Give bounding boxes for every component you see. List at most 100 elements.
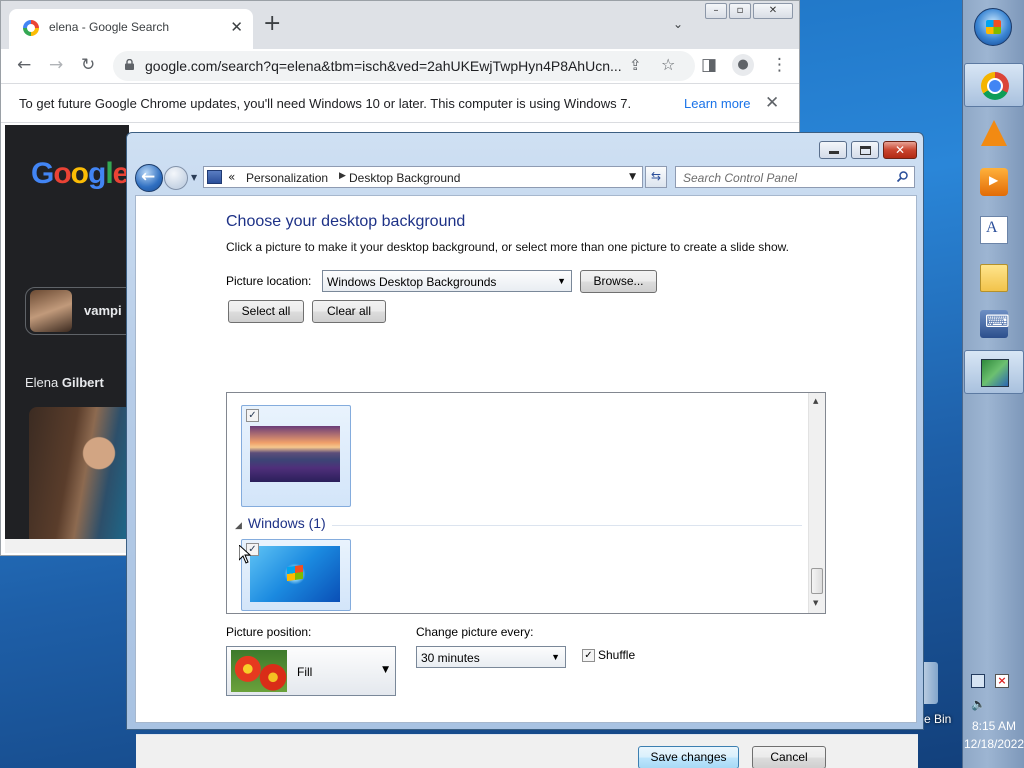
search-placeholder: Search Control Panel: [683, 171, 798, 185]
chrome-menu-icon[interactable]: ⋮: [771, 53, 788, 77]
select-all-button[interactable]: Select all: [228, 300, 304, 323]
clock-date[interactable]: 12/18/2022: [963, 737, 1024, 751]
chrome-restore-button[interactable]: ▫: [729, 3, 751, 19]
browse-button[interactable]: Browse...: [580, 270, 657, 293]
group-header-label: Windows (1): [247, 515, 326, 531]
taskbar-explorer-button[interactable]: [964, 256, 1024, 300]
picture-position-value: Fill: [297, 665, 313, 679]
clear-all-button[interactable]: Clear all: [312, 300, 386, 323]
tab-search-chevron-icon[interactable]: ⌄: [673, 17, 683, 31]
address-dropdown-icon[interactable]: ▼: [629, 172, 636, 182]
taskbar-wordpad-button[interactable]: [964, 208, 1024, 252]
taskbar-vlc-button[interactable]: [964, 112, 1024, 156]
minimize-icon: [829, 151, 839, 154]
breadcrumb-overflow[interactable]: «: [228, 170, 235, 184]
taskbar-personalization-button[interactable]: [964, 350, 1024, 394]
cancel-button[interactable]: Cancel: [752, 746, 826, 768]
url-text: google.com/search?q=elena&tbm=isch&ved=2…: [145, 58, 622, 74]
volume-icon[interactable]: 🔈: [971, 697, 986, 711]
network-icon[interactable]: [971, 674, 985, 688]
scroll-up-arrow-icon[interactable]: ▲: [813, 397, 818, 405]
scroll-down-arrow-icon[interactable]: ▼: [813, 599, 818, 607]
group-header[interactable]: ◢ Windows (1): [235, 515, 326, 531]
taskbar-chrome-button[interactable]: [964, 63, 1024, 107]
change-interval-select[interactable]: 30 minutes ▼: [416, 646, 566, 668]
related-search-chip[interactable]: vampi: [25, 287, 135, 335]
chrome-icon: [981, 72, 1009, 100]
page-title: Choose your desktop background: [226, 213, 466, 230]
forward-button[interactable]: [164, 166, 188, 190]
search-input[interactable]: Search Control Panel: [675, 166, 915, 188]
chrome-tab[interactable]: elena - Google Search ✕: [9, 9, 253, 49]
recycle-bin-label[interactable]: e Bin: [924, 712, 951, 726]
google-logo[interactable]: Google: [31, 157, 129, 191]
wallpaper-gallery[interactable]: ✓ ◢ Windows (1) ✓ ▲ ▼: [226, 392, 826, 614]
wallpaper-thumbnail-windows[interactable]: ✓: [241, 539, 351, 611]
flowers-preview-image: [231, 650, 287, 692]
close-button[interactable]: ✕: [883, 141, 917, 159]
refresh-button[interactable]: ⇆: [645, 166, 667, 188]
chrome-minimize-button[interactable]: –: [705, 3, 727, 19]
picture-position-select[interactable]: Fill ▼: [226, 646, 396, 696]
maximize-button[interactable]: [851, 141, 879, 159]
new-tab-icon[interactable]: +: [263, 13, 281, 35]
chrome-toolbar: ← → ↻ google.com/search?q=elena&tbm=isch…: [1, 49, 799, 83]
chrome-tab-title: elena - Google Search: [49, 20, 170, 34]
maximize-icon: [860, 146, 871, 155]
chrome-tab-strip: elena - Google Search ✕ + ⌄ – ▫ ✕: [1, 1, 799, 49]
clock-time[interactable]: 8:15 AM: [963, 719, 1024, 733]
lock-icon: [125, 59, 134, 70]
chrome-close-button[interactable]: ✕: [753, 3, 793, 19]
back-arrow-icon[interactable]: ←: [17, 53, 31, 77]
dialog-footer: Save changes Cancel: [136, 734, 918, 768]
back-button[interactable]: [135, 164, 163, 192]
search-icon[interactable]: [897, 171, 908, 182]
on-screen-keyboard-icon: [980, 310, 1010, 338]
control-panel-icon: [207, 170, 222, 184]
shuffle-checkbox[interactable]: ✓: [582, 649, 595, 662]
learn-more-link[interactable]: Learn more: [684, 96, 750, 111]
wallpaper-thumbnail-lake[interactable]: ✓: [241, 405, 351, 507]
breadcrumb[interactable]: « Personalization ▶ Desktop Background ▼: [203, 166, 643, 188]
footer-divider: [136, 734, 918, 735]
entity-photo[interactable]: [29, 407, 129, 539]
thumbnail-checkbox[interactable]: ✓: [246, 409, 259, 422]
collapse-triangle-icon[interactable]: ◢: [235, 520, 242, 530]
recent-pages-chevron-icon[interactable]: ▼: [191, 173, 197, 182]
save-changes-button[interactable]: Save changes: [638, 746, 739, 768]
taskbar-keyboard-button[interactable]: [964, 302, 1024, 346]
address-bar[interactable]: google.com/search?q=elena&tbm=isch&ved=2…: [113, 51, 695, 81]
mouse-cursor-icon: [239, 545, 251, 564]
forward-arrow-icon[interactable]: →: [49, 53, 63, 77]
breadcrumb-desktop-background[interactable]: Desktop Background: [349, 171, 460, 185]
desktop-background-window: ✕ ▼ « Personalization ▶ Desktop Backgrou…: [126, 132, 924, 768]
scrollbar-thumb[interactable]: [811, 568, 823, 594]
action-center-flag-icon[interactable]: ×: [995, 674, 1009, 688]
start-button[interactable]: [974, 8, 1012, 46]
share-icon[interactable]: ⇪: [629, 53, 642, 77]
folder-icon: [980, 264, 1008, 292]
close-infobar-icon[interactable]: ✕: [765, 93, 779, 113]
bookmark-star-icon[interactable]: ☆: [661, 53, 675, 77]
content-pane: Choose your desktop background Click a p…: [135, 195, 918, 768]
shuffle-label[interactable]: Shuffle: [598, 648, 635, 662]
recycle-bin-icon[interactable]: [924, 662, 938, 704]
breadcrumb-personalization[interactable]: Personalization: [246, 171, 328, 185]
vertical-scrollbar[interactable]: ▲ ▼: [808, 393, 825, 613]
lake-sunset-image: [250, 426, 340, 482]
chevron-down-icon: ▼: [382, 665, 389, 675]
update-infobar: To get future Google Chrome updates, you…: [1, 83, 799, 123]
breadcrumb-separator-icon[interactable]: ▶: [339, 171, 346, 181]
entity-first-name: Elena: [25, 375, 59, 390]
picture-location-select[interactable]: Windows Desktop Backgrounds ▼: [322, 270, 572, 292]
profile-avatar-icon[interactable]: ●: [732, 54, 754, 76]
reload-icon[interactable]: ↻: [81, 53, 95, 77]
minimize-button[interactable]: [819, 141, 847, 159]
close-tab-icon[interactable]: ✕: [230, 18, 243, 36]
group-divider: [332, 525, 802, 526]
side-panel-icon[interactable]: ◨: [701, 53, 717, 77]
taskbar-media-player-button[interactable]: [964, 160, 1024, 204]
google-results-page: Google vampi Elena Gilbert: [5, 125, 135, 539]
chevron-down-icon: ▼: [551, 652, 560, 662]
picture-location-label: Picture location:: [226, 274, 312, 288]
